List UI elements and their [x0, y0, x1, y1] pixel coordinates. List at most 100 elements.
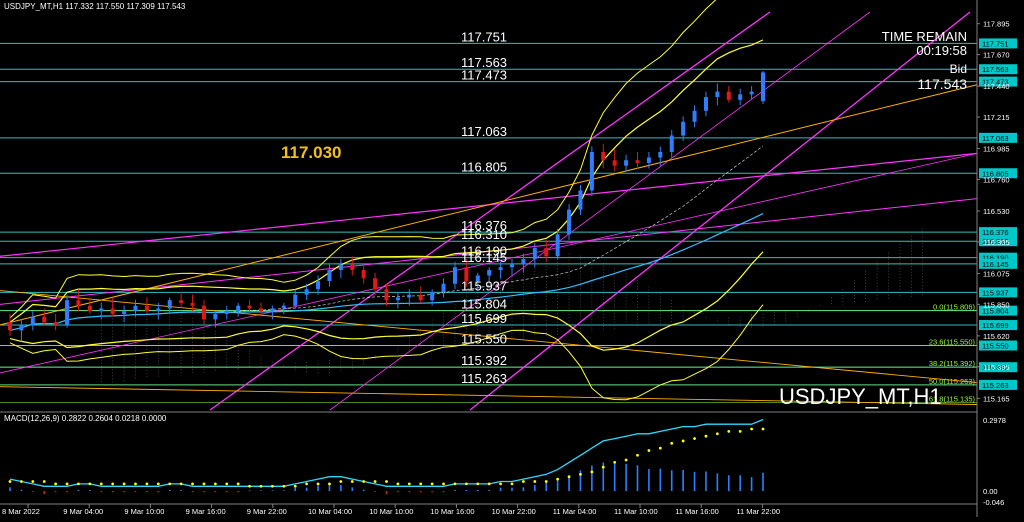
macd-signal-dot — [487, 482, 491, 486]
macd-signal-dot — [407, 482, 411, 486]
macd-signal-dot — [613, 461, 617, 464]
candle-body — [179, 300, 184, 303]
level-label: 115.550 — [461, 331, 507, 346]
macd-signal-dot — [236, 482, 240, 486]
candle-body — [738, 94, 743, 100]
macd-signal-dot — [624, 458, 628, 462]
candle-body — [99, 308, 104, 312]
candle-body — [681, 121, 686, 136]
time-tick-label: 9 Mar 22:00 — [247, 507, 287, 516]
macd-signal-dot — [168, 482, 172, 486]
macd-signal-dot — [122, 482, 126, 486]
time-tick-label: 11 Mar 10:00 — [614, 507, 658, 516]
candle-body — [395, 297, 400, 301]
chart-svg: 0.0(115.806)23.6(115.550)38.2(115.392)50… — [0, 0, 1024, 517]
chart-root: 0.0(115.806) 23.6(115.550) 38.2(115.392) 50… — [0, 0, 1024, 517]
level-price-box-text: 117.563 — [982, 65, 1009, 74]
candle-body — [270, 308, 275, 312]
macd-signal-dot — [727, 430, 731, 433]
macd-signal-dot — [316, 482, 320, 486]
macd-signal-dot — [419, 482, 423, 486]
chart-watermark: USDJPY_MT,H1 — [779, 384, 942, 409]
candle-body — [487, 270, 492, 276]
level-price-box-text: 116.376 — [982, 228, 1009, 237]
candle-body — [247, 305, 252, 309]
price-tick-label: 116.985 — [983, 145, 1010, 154]
macd-signal-dot — [385, 480, 388, 483]
bid-value: 117.543 — [917, 76, 967, 92]
macd-signal-dot — [647, 449, 651, 452]
macd-signal-dot — [522, 480, 525, 483]
macd-signal-dot — [42, 480, 46, 483]
macd-signal-dot — [499, 482, 502, 486]
macd-signal-dot — [693, 437, 696, 440]
time-tick-label: 9 Mar 16:00 — [186, 507, 226, 516]
macd-signal-dot — [202, 482, 206, 486]
level-label: 115.263 — [461, 371, 507, 386]
candle-body — [156, 308, 161, 312]
price-tick-label: 115.620 — [983, 332, 1010, 341]
candle-body — [293, 294, 298, 306]
macd-signal-dot — [271, 484, 274, 488]
macd-signal-dot — [670, 441, 674, 445]
macd-signal-dot — [225, 482, 229, 486]
macd-signal-dot — [556, 477, 560, 481]
level-price-box-text: 115.699 — [982, 321, 1009, 330]
level-price-box-text: 115.550 — [982, 341, 1009, 350]
big-price-label: 117.030 — [281, 143, 342, 162]
macd-signal-dot — [750, 427, 753, 431]
candle-body — [703, 97, 708, 111]
macd-scale-label: 0.00 — [983, 487, 998, 496]
candle-body — [669, 135, 674, 152]
candle-body — [430, 291, 435, 301]
candle-body — [224, 311, 229, 314]
candle-body — [236, 305, 241, 312]
candle-body — [373, 278, 378, 290]
candle-body — [658, 151, 663, 158]
level-label: 115.937 — [461, 278, 507, 293]
macd-signal-dot — [430, 482, 434, 486]
candle-body — [441, 283, 446, 292]
candle-body — [498, 267, 503, 271]
candle-body — [19, 324, 24, 331]
candle-body — [30, 316, 35, 325]
macd-signal-dot — [761, 427, 765, 431]
candle-body — [327, 270, 332, 281]
candle-body — [259, 308, 263, 312]
macd-signal-dot — [179, 482, 183, 486]
chart-background — [0, 0, 1024, 517]
macd-signal-dot — [248, 484, 251, 488]
price-tick-label: 117.215 — [983, 113, 1010, 122]
level-label: 115.392 — [461, 353, 507, 368]
level-label: 117.751 — [461, 29, 507, 44]
level-label: 117.473 — [461, 68, 507, 83]
candle-body — [635, 160, 640, 163]
macd-signal-dot — [681, 439, 685, 443]
candle-body — [749, 91, 754, 95]
macd-signal-dot — [305, 482, 309, 486]
time-tick-label: 8 Mar 2022 — [2, 507, 40, 516]
candle-body — [521, 259, 526, 265]
symbol-info: USDJPY_MT,H1 117.332 117.550 117.309 117… — [4, 2, 186, 11]
macd-scale-label: 0.2978 — [983, 416, 1006, 425]
time-tick-label: 10 Mar 10:00 — [369, 507, 413, 516]
macd-signal-dot — [373, 480, 377, 483]
level-label: 115.699 — [461, 311, 507, 326]
macd-signal-dot — [704, 434, 708, 438]
macd-signal-dot — [99, 482, 103, 486]
candle-body — [144, 305, 149, 312]
macd-signal-dot — [350, 480, 354, 483]
macd-signal-dot — [476, 482, 480, 486]
candle-body — [338, 264, 343, 271]
macd-signal-dot — [715, 432, 719, 436]
candle-body — [65, 300, 70, 325]
macd-signal-dot — [20, 480, 23, 483]
time-remain-label: TIME REMAIN — [882, 29, 967, 44]
macd-signal-dot — [156, 482, 160, 486]
level-label: 117.063 — [461, 124, 507, 139]
macd-signal-dot — [111, 482, 115, 486]
price-tick-label: 115.850 — [983, 300, 1010, 309]
candle-body — [8, 322, 12, 331]
macd-signal-dot — [362, 480, 366, 483]
level-label: 115.804 — [461, 297, 507, 312]
